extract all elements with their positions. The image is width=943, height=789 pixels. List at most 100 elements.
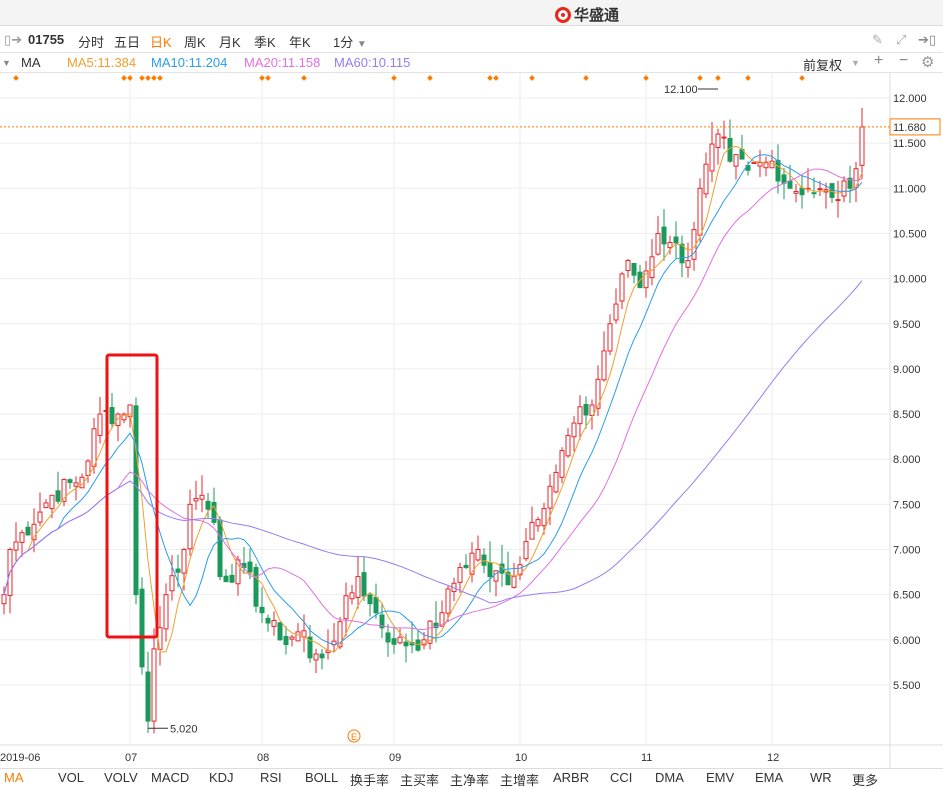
indicator-tab-5[interactable]: RSI [260, 770, 282, 785]
zoom-out-icon[interactable]: − [899, 52, 908, 70]
candle-body [259, 606, 265, 614]
candle-body [445, 588, 451, 614]
tab-year-k[interactable]: 年K [289, 32, 311, 51]
event-diamond [391, 75, 397, 81]
indicator-tab-17[interactable]: 更多 [852, 770, 878, 789]
candle-body [223, 575, 229, 583]
candle-body [469, 552, 475, 575]
indicator-tab-3[interactable]: MACD [151, 770, 189, 785]
candle-body [787, 180, 793, 189]
event-diamond [13, 75, 19, 81]
candle [25, 521, 31, 536]
candle [385, 624, 391, 657]
candle-body [415, 639, 421, 651]
candle-body [271, 619, 277, 627]
candle [61, 478, 67, 507]
minute-select[interactable]: 1分 ▼ [333, 32, 367, 51]
candle [415, 630, 421, 652]
candle [547, 474, 553, 526]
toolbar: ▯➔ 01755 分时 五日 日K 周K 月K 季K 年K 1分 ▼ ✎ ⤢ ➔… [0, 27, 943, 53]
event-diamond [745, 75, 751, 81]
candle-body [667, 241, 673, 249]
indicator-tab-7[interactable]: 换手率 [350, 770, 389, 789]
candle-body [529, 521, 535, 540]
candle [841, 176, 847, 203]
candle [703, 152, 709, 199]
candle-body [19, 532, 25, 543]
candle [769, 150, 775, 169]
candle-body [715, 133, 721, 149]
indicator-name[interactable]: MA [21, 55, 41, 70]
candle [163, 583, 169, 642]
candle [859, 108, 865, 179]
candle-body [73, 482, 79, 487]
candle [325, 629, 331, 660]
x-tick-label: 08 [257, 752, 269, 764]
indicator-tab-13[interactable]: DMA [655, 770, 684, 785]
indicator-tab-16[interactable]: WR [810, 770, 832, 785]
collapse-right-icon[interactable]: ➔▯ [918, 32, 936, 48]
candle-body [793, 191, 799, 194]
candle [379, 602, 385, 639]
x-tick-label: 12 [767, 752, 779, 764]
indicator-tab-1[interactable]: VOL [58, 770, 84, 785]
stock-code: 01755 [28, 32, 65, 47]
candle [109, 393, 115, 429]
candle [409, 621, 415, 654]
indicator-tab-2[interactable]: VOLV [104, 770, 138, 785]
event-diamond [529, 75, 535, 81]
candle [835, 180, 841, 218]
indicator-tab-15[interactable]: EMA [755, 770, 783, 785]
candle [121, 412, 127, 424]
tab-month-k[interactable]: 月K [219, 32, 241, 51]
fullscreen-icon[interactable]: ⤢ [896, 32, 906, 48]
indicator-tab-4[interactable]: KDJ [209, 770, 234, 785]
indicator-tab-6[interactable]: BOLL [305, 770, 338, 785]
candle-body [343, 595, 349, 620]
adjust-select[interactable]: 前复权 [803, 55, 842, 74]
indicator-tab-8[interactable]: 主买率 [400, 770, 439, 789]
kline-chart[interactable]: 12.000 11.500 11.000 10.500 10.000 9.500 9.000… [0, 73, 943, 768]
candle [829, 183, 835, 204]
tab-quarter-k[interactable]: 季K [254, 32, 276, 51]
candle-body [817, 188, 823, 191]
candle-body [523, 541, 529, 560]
settings-gear-icon[interactable]: ⚙ [921, 53, 934, 71]
candle-body [145, 671, 151, 722]
candle [751, 161, 757, 164]
candle-body [289, 636, 295, 640]
candle-body [535, 519, 541, 527]
candle [529, 506, 535, 540]
candle [115, 412, 121, 442]
candle-body [403, 641, 409, 647]
candle [391, 626, 397, 654]
candle-body [721, 136, 727, 139]
tab-five-day[interactable]: 五日 [114, 32, 140, 51]
indicator-tab-14[interactable]: EMV [706, 770, 734, 785]
indicator-tab-0[interactable]: MA [4, 770, 24, 785]
tab-day-k[interactable]: 日K [150, 32, 172, 51]
collapse-left-icon[interactable]: ▯➔ [4, 32, 22, 48]
zoom-in-icon[interactable]: + [874, 52, 883, 70]
indicator-tab-9[interactable]: 主净率 [450, 770, 489, 789]
indicator-tab-12[interactable]: CCI [610, 770, 632, 785]
candle [367, 592, 373, 617]
candle [457, 562, 463, 593]
candle-body [313, 653, 319, 661]
tab-week-k[interactable]: 周K [184, 32, 206, 51]
candle-body [841, 180, 847, 197]
event-diamond [799, 75, 805, 81]
candle [271, 611, 277, 636]
candle [541, 502, 547, 535]
candle [763, 156, 769, 177]
adjust-chevron-icon[interactable]: ▼ [851, 58, 860, 68]
indicator-tab-11[interactable]: ARBR [553, 770, 589, 785]
indicator-tab-10[interactable]: 主增率 [500, 770, 539, 789]
ma20-value: MA20:11.158 [244, 55, 321, 70]
indicator-dropdown-icon[interactable]: ▼ [2, 58, 11, 68]
candle [319, 648, 325, 670]
tab-fenshi[interactable]: 分时 [78, 32, 104, 51]
candle-body [247, 561, 253, 573]
ma5-line [3, 145, 863, 653]
pencil-icon[interactable]: ✎ [872, 32, 883, 48]
